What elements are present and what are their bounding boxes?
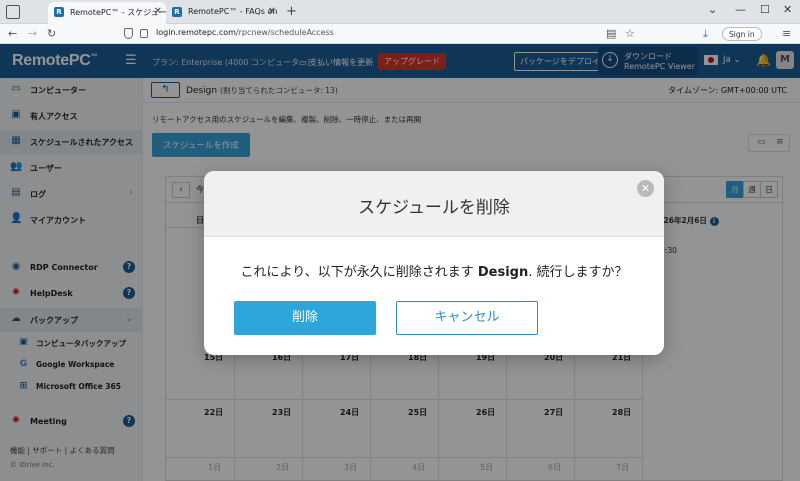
- url-path: /rpcnew/scheduleAccess: [235, 28, 334, 37]
- menu-icon[interactable]: ≡: [782, 27, 791, 40]
- message-target: Design: [477, 265, 529, 280]
- cancel-button[interactable]: キャンセル: [396, 301, 538, 335]
- url-domain: login.remotepc.com: [156, 28, 236, 37]
- dialog-header: スケジュールを削除 ✕: [204, 171, 664, 237]
- tab-title: RemotePC™ - スケジュールされ: [70, 8, 166, 17]
- sign-in-button[interactable]: Sign in: [722, 27, 762, 41]
- reader-view-icon[interactable]: ▤: [606, 27, 616, 40]
- downloads-icon[interactable]: ⤓: [703, 27, 708, 41]
- message-suffix: . 続行しますか？: [528, 265, 628, 280]
- address-bar: ← → ↻ login.remotepc.com/rpcnew/schedule…: [0, 24, 800, 44]
- maximize-icon[interactable]: ☐: [760, 3, 770, 16]
- close-window-icon[interactable]: ✕: [783, 3, 792, 16]
- workspaces-icon[interactable]: [6, 5, 20, 19]
- browser-tab-active[interactable]: R RemotePC™ - スケジュールされ ✕: [48, 2, 166, 24]
- message-prefix: これにより、以下が永久に削除されます: [240, 265, 478, 280]
- new-tab-icon[interactable]: +: [286, 4, 297, 19]
- delete-button[interactable]: 削除: [234, 301, 376, 335]
- dialog-title: スケジュールを削除: [358, 198, 510, 218]
- tab-title: RemotePC™ - FAQs on Remote: [188, 7, 280, 16]
- remotepc-favicon-icon: R: [54, 7, 64, 17]
- url-field[interactable]: login.remotepc.com/rpcnew/scheduleAccess: [156, 28, 334, 37]
- minimize-icon[interactable]: —: [735, 3, 746, 16]
- back-icon[interactable]: ←: [8, 27, 17, 40]
- lock-icon[interactable]: [140, 29, 148, 38]
- close-icon[interactable]: ✕: [637, 180, 654, 197]
- close-tab-icon[interactable]: ✕: [268, 6, 276, 17]
- bookmark-star-icon[interactable]: ☆: [625, 27, 635, 40]
- dialog-message: これにより、以下が永久に削除されます Design. 続行しますか？: [204, 261, 664, 280]
- delete-schedule-dialog: スケジュールを削除 ✕ これにより、以下が永久に削除されます Design. 続…: [204, 171, 664, 355]
- forward-icon[interactable]: →: [28, 27, 37, 40]
- close-tab-icon[interactable]: ✕: [154, 6, 162, 17]
- browser-tab[interactable]: R RemotePC™ - FAQs on Remote ✕: [166, 2, 280, 24]
- tab-list-icon[interactable]: ⌄: [708, 3, 717, 16]
- tracking-protection-icon[interactable]: [124, 28, 133, 39]
- remotepc-favicon-icon: R: [172, 7, 182, 17]
- reload-icon[interactable]: ↻: [47, 27, 56, 40]
- browser-tab-bar: R RemotePC™ - スケジュールされ ✕ R RemotePC™ - F…: [0, 0, 800, 24]
